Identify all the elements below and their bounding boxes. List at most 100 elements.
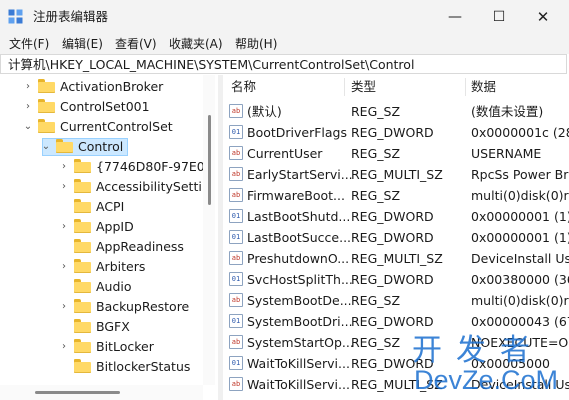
value-name: EarlyStartServi... <box>247 167 353 182</box>
value-name: LastBootSucce... <box>247 230 352 245</box>
window-title: 注册表编辑器 <box>33 9 109 24</box>
value-name: (默认) <box>247 104 282 119</box>
column-header-data[interactable]: 数据 <box>471 75 496 99</box>
string-value-icon: ab <box>229 251 243 265</box>
folder-icon <box>74 359 91 373</box>
value-row[interactable]: ab (默认) REG_SZ (数值未设置) <box>223 101 569 122</box>
maximize-button[interactable]: ☐ <box>477 0 521 34</box>
tree-item[interactable]: › ControlSet001 <box>0 97 203 117</box>
watermark-top-text: 开发者 <box>412 333 544 368</box>
tree-item[interactable]: › {7746D80F-97E0-4E <box>0 157 215 177</box>
tree-item-label: BitlockerStatus <box>96 359 191 374</box>
tree-item-label: AppReadiness <box>96 239 184 254</box>
close-button[interactable]: ✕ <box>521 0 565 34</box>
value-data: 0x00000001 (1) <box>471 230 569 245</box>
value-data: 0x00000043 (67) <box>471 314 569 329</box>
column-header-type[interactable]: 类型 <box>351 75 376 99</box>
value-row[interactable]: ab SystemBootDe... REG_SZ multi(0)disk(0)r <box>223 290 569 311</box>
value-name: BootDriverFlags <box>247 125 348 140</box>
tree-item[interactable]: ⌄ Control <box>0 137 203 157</box>
folder-icon <box>74 239 91 253</box>
tree-item[interactable]: › BackupRestore <box>0 297 203 317</box>
string-value-icon: ab <box>229 335 243 349</box>
folder-icon <box>74 299 91 313</box>
key-tree: › ActivationBroker › ControlSet001 ⌄ CurrentC… <box>0 75 215 400</box>
chevron-right-icon[interactable]: › <box>58 257 70 277</box>
value-data: multi(0)disk(0)r <box>471 293 569 308</box>
minimize-button[interactable]: — <box>433 0 477 34</box>
value-type: REG_DWORD <box>351 230 434 245</box>
chevron-right-icon[interactable]: › <box>22 97 34 117</box>
value-row[interactable]: 01 SvcHostSplitTh... REG_DWORD 0x00380000 (… <box>223 269 569 290</box>
column-divider[interactable] <box>344 78 345 96</box>
chevron-right-icon[interactable]: › <box>22 77 34 97</box>
menu-bar: 文件(F) 编辑(E) 查看(V) 收藏夹(A) 帮助(H) <box>0 34 569 54</box>
string-value-icon: ab <box>229 188 243 202</box>
value-name: SystemBootDri... <box>247 314 353 329</box>
value-data: 0x00000001 (1) <box>471 209 569 224</box>
value-name: SystemBootDe... <box>247 293 352 308</box>
value-row[interactable]: ab CurrentUser REG_SZ USERNAME <box>223 143 569 164</box>
value-name: SvcHostSplitTh... <box>247 272 353 287</box>
value-type: REG_DWORD <box>351 314 434 329</box>
value-data: DeviceInstall Us <box>471 251 569 266</box>
tree-item[interactable]: AppReadiness <box>0 237 203 257</box>
string-value-icon: ab <box>229 167 243 181</box>
chevron-right-icon[interactable]: › <box>58 217 70 237</box>
menu-edit[interactable]: 编辑(E) <box>62 35 103 53</box>
tree-item[interactable]: BitlockerStatus <box>0 357 203 377</box>
tree-item-label: Control <box>78 139 124 154</box>
tree-vertical-scrollbar[interactable] <box>203 75 215 385</box>
tree-item[interactable]: BGFX <box>0 317 203 337</box>
chevron-down-icon[interactable]: ⌄ <box>40 137 52 157</box>
menu-help[interactable]: 帮助(H) <box>235 35 277 53</box>
value-row[interactable]: 01 LastBootShutd... REG_DWORD 0x00000001 (1… <box>223 206 569 227</box>
tree-item[interactable]: Audio <box>0 277 203 297</box>
value-row[interactable]: 01 BootDriverFlags REG_DWORD 0x0000001c (28… <box>223 122 569 143</box>
value-row[interactable]: ab FirmwareBoot... REG_SZ multi(0)disk(0)r <box>223 185 569 206</box>
folder-icon <box>74 219 91 233</box>
string-value-icon: ab <box>229 104 243 118</box>
value-data: RpcSs Power Br <box>471 167 569 182</box>
tree-horizontal-scrollbar[interactable] <box>0 385 203 400</box>
tree-vertical-scroll-thumb[interactable] <box>208 115 211 205</box>
folder-icon <box>74 279 91 293</box>
tree-item[interactable]: › AppID <box>0 217 203 237</box>
tree-item[interactable]: › Arbiters <box>0 257 203 277</box>
binary-value-icon: 01 <box>229 356 243 370</box>
address-bar[interactable]: 计算机\HKEY_LOCAL_MACHINE\SYSTEM\CurrentCon… <box>0 54 567 74</box>
column-header-name[interactable]: 名称 <box>231 75 256 99</box>
tree-item[interactable]: › ActivationBroker <box>0 77 203 97</box>
string-value-icon: ab <box>229 377 243 391</box>
value-row[interactable]: ab PreshutdownO... REG_MULTI_SZ DeviceInsta… <box>223 248 569 269</box>
tree-item-label: ACPI <box>96 199 125 214</box>
value-row[interactable]: ab EarlyStartServi... REG_MULTI_SZ RpcSs Po… <box>223 164 569 185</box>
tree-item[interactable]: › BitLocker <box>0 337 203 357</box>
folder-icon <box>74 319 91 333</box>
menu-view[interactable]: 查看(V) <box>115 35 157 53</box>
menu-favorites[interactable]: 收藏夹(A) <box>169 35 223 53</box>
chevron-right-icon[interactable]: › <box>58 177 70 197</box>
value-name: LastBootShutd... <box>247 209 351 224</box>
menu-file[interactable]: 文件(F) <box>9 35 49 53</box>
tree-horizontal-scroll-thumb[interactable] <box>35 391 120 394</box>
value-type: REG_MULTI_SZ <box>351 167 443 182</box>
value-type: REG_MULTI_SZ <box>351 251 443 266</box>
chevron-right-icon[interactable]: › <box>58 337 70 357</box>
folder-icon <box>74 339 91 353</box>
value-name: CurrentUser <box>247 146 323 161</box>
title-bar: 注册表编辑器 — ☐ ✕ <box>0 0 569 34</box>
value-name: SystemStartOp... <box>247 335 354 350</box>
chevron-down-icon[interactable]: ⌄ <box>22 117 34 137</box>
tree-item[interactable]: › AccessibilitySetting <box>0 177 215 197</box>
column-divider[interactable] <box>465 78 466 96</box>
chevron-right-icon[interactable]: › <box>58 297 70 317</box>
value-type: REG_DWORD <box>351 272 434 287</box>
chevron-right-icon[interactable]: › <box>58 157 70 177</box>
value-type: REG_SZ <box>351 293 401 308</box>
tree-item[interactable]: ACPI <box>0 197 203 217</box>
value-row[interactable]: 01 LastBootSucce... REG_DWORD 0x00000001 (1… <box>223 227 569 248</box>
value-row[interactable]: 01 SystemBootDri... REG_DWORD 0x00000043 (6… <box>223 311 569 332</box>
tree-item[interactable]: ⌄ CurrentControlSet <box>0 117 203 137</box>
folder-icon <box>74 199 91 213</box>
